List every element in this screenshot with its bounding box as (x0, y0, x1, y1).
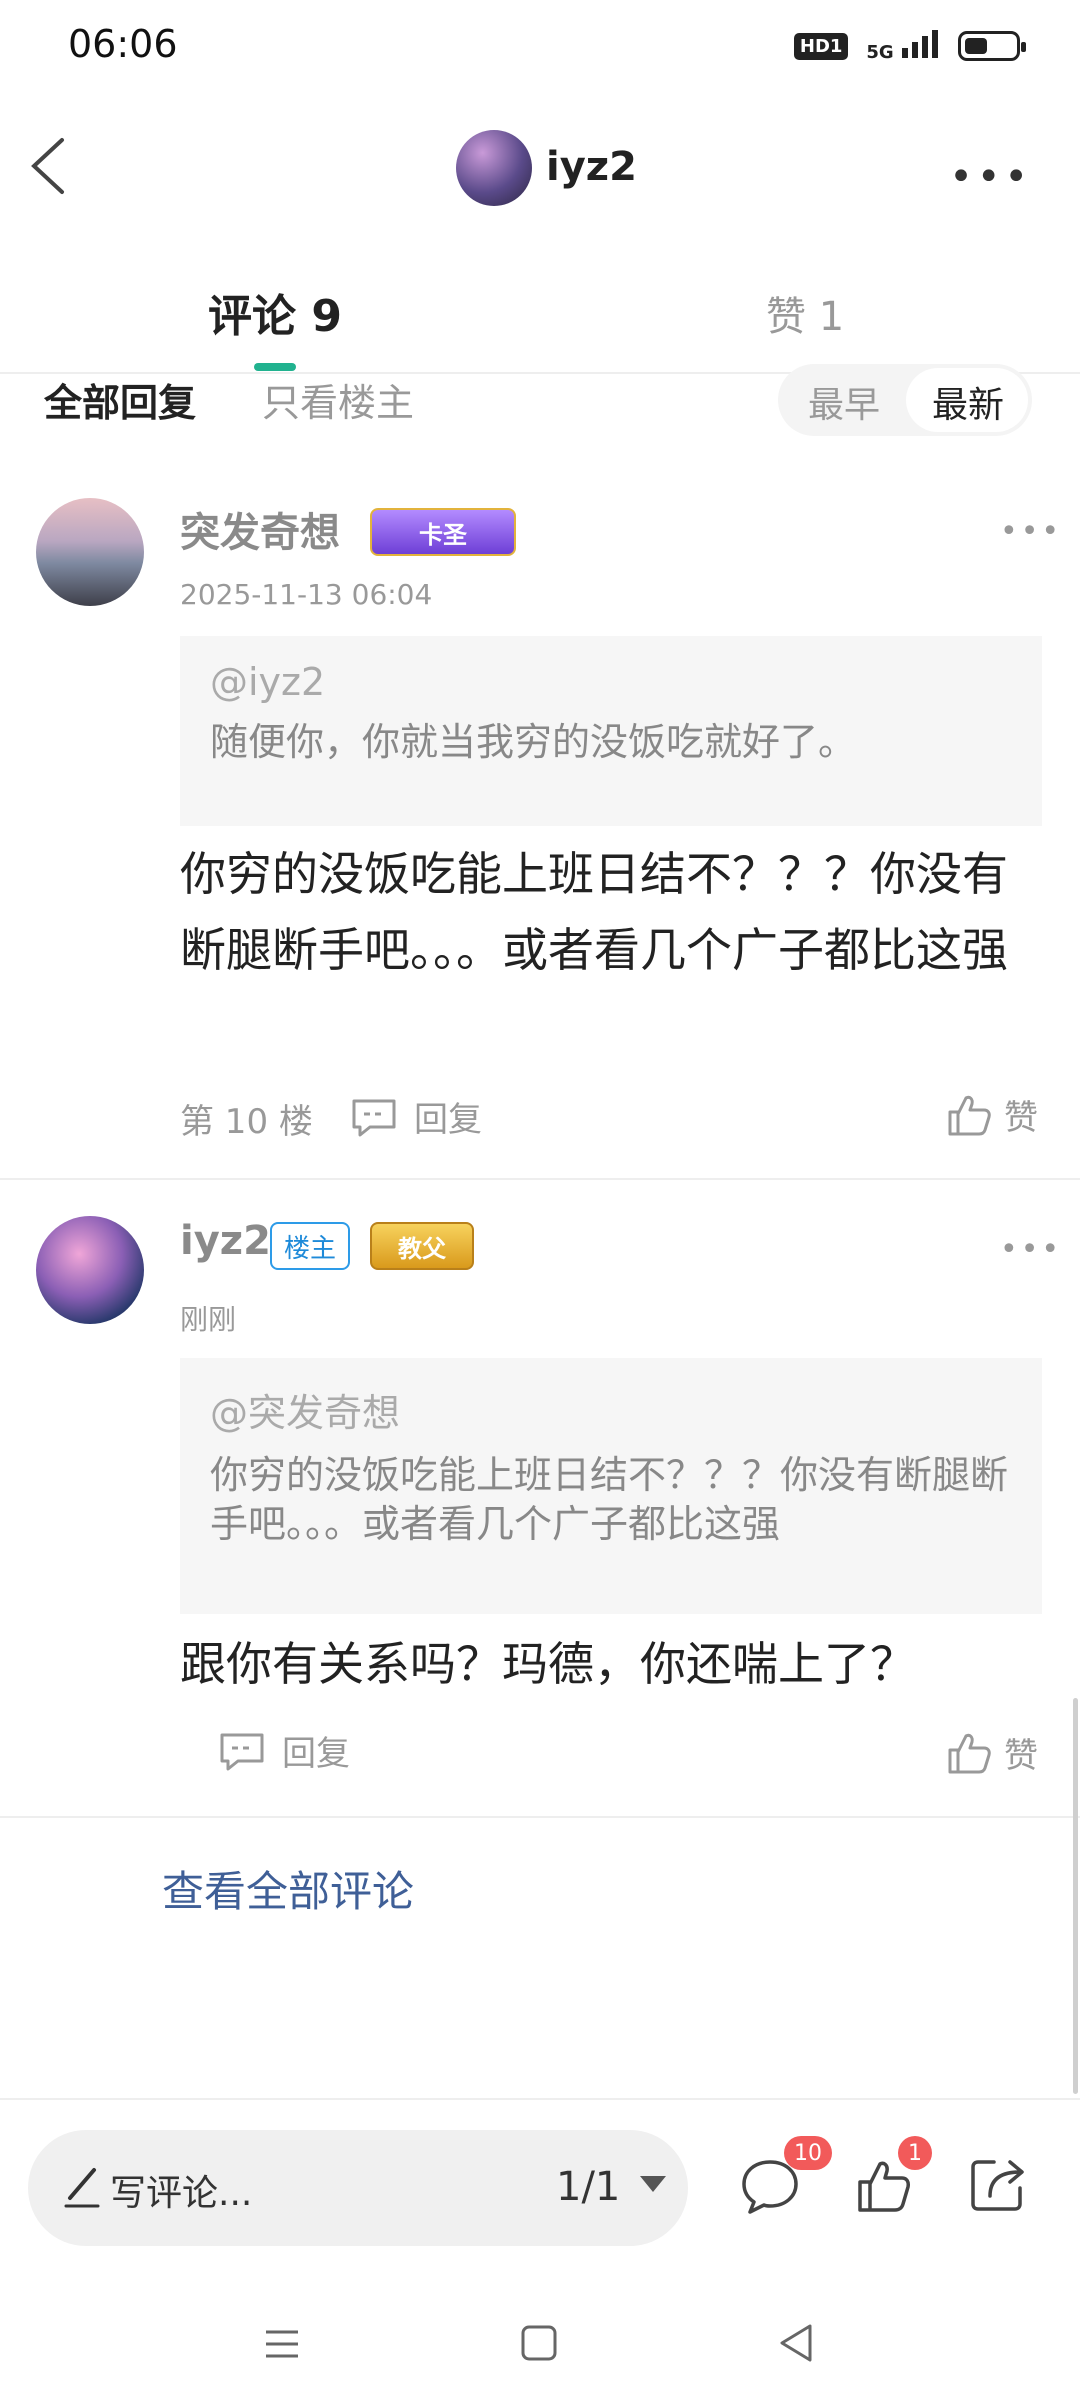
nav-menu-icon[interactable] (262, 2324, 302, 2364)
page-dropdown-icon[interactable] (640, 2176, 666, 2192)
network-label: 5G (866, 42, 894, 63)
quote-box: @突发奇想 你穷的没饭吃能上班日结不？？？你没有断腿断手吧。。。或者看几个广子都… (180, 1358, 1042, 1614)
reply-icon (220, 1733, 264, 1770)
quote-text: 你穷的没饭吃能上班日结不？？？你没有断腿断手吧。。。或者看几个广子都比这强 (210, 1453, 1009, 1546)
owner-badge: 楼主 (270, 1222, 351, 1270)
network-icon: 5G (866, 30, 940, 62)
quote-text: 随便你，你就当我穷的没饭吃就好了。 (210, 720, 857, 764)
reply-button[interactable]: 回复 (350, 1092, 482, 1141)
like-label: 赞 (1004, 1736, 1038, 1776)
nav-back-icon[interactable] (776, 2322, 816, 2364)
comment-timestamp: 刚刚 (180, 1303, 237, 1336)
nav-home-icon[interactable] (520, 2324, 558, 2362)
comment-text: 跟你有关系吗？玛德，你还喘上了？ (180, 1637, 916, 1691)
more-options-icon[interactable]: ••• (949, 154, 1032, 200)
signal-icon (902, 30, 938, 58)
hd-icon: HD1 (793, 32, 849, 60)
thumbs-up-icon (948, 1095, 991, 1135)
like-button[interactable]: 赞 (946, 1090, 1038, 1139)
comment-username[interactable]: 突发奇想 (180, 500, 340, 558)
avatar[interactable] (36, 498, 144, 606)
sort-latest[interactable]: 最新 (932, 376, 1004, 428)
tab-indicator (254, 363, 296, 371)
like-label: 赞 (1004, 1098, 1038, 1138)
tab-comments[interactable]: 评论 9 (208, 280, 342, 344)
level-badge: 卡圣 (370, 508, 516, 556)
back-button[interactable] (24, 136, 74, 196)
comment-count-badge: 10 (784, 2136, 832, 2170)
quote-mention[interactable]: @突发奇想 (210, 1382, 1012, 1437)
like-count-badge: 1 (898, 2136, 932, 2170)
filter-owner-only[interactable]: 只看楼主 (262, 372, 414, 427)
level-badge: 教父 (370, 1222, 474, 1270)
reply-label: 回复 (414, 1100, 482, 1140)
battery-icon (958, 31, 1026, 61)
like-button[interactable]: 赞 (946, 1728, 1038, 1777)
reply-label: 回复 (282, 1734, 350, 1774)
view-all-comments-link[interactable]: 查看全部评论 (162, 1858, 414, 1919)
pencil-icon (64, 2168, 100, 2208)
share-icon[interactable] (966, 2152, 1030, 2216)
quote-box: @iyz2 随便你，你就当我穷的没饭吃就好了。 (180, 636, 1042, 826)
floor-label: 第 10 楼 (180, 1102, 313, 1142)
avatar[interactable] (36, 1216, 144, 1324)
comment-text: 你穷的没饭吃能上班日结不？？？你没有断腿断手吧。。。或者看几个广子都比这强 (180, 847, 1008, 978)
filter-all-replies[interactable]: 全部回复 (44, 372, 196, 427)
comment-more-icon[interactable]: ••• (1000, 514, 1062, 549)
comment-divider (0, 1178, 1080, 1180)
sort-earliest[interactable]: 最早 (808, 376, 880, 428)
page-indicator[interactable]: 1/1 (556, 2164, 620, 2210)
comment-timestamp: 2025-11-13 06:04 (180, 578, 433, 611)
status-time: 06:06 (68, 22, 178, 66)
reply-button[interactable]: 回复 (218, 1726, 350, 1775)
comment-more-icon[interactable]: ••• (1000, 1232, 1062, 1267)
comment-divider (0, 1816, 1080, 1818)
comment-username[interactable]: iyz2 (180, 1218, 271, 1264)
tab-likes[interactable]: 赞 1 (766, 284, 844, 342)
quote-mention[interactable]: @iyz2 (210, 660, 1012, 704)
header-avatar[interactable] (456, 130, 532, 206)
write-comment-placeholder[interactable]: 写评论... (110, 2164, 252, 2216)
reply-icon (352, 1099, 396, 1136)
scrollbar[interactable] (1073, 1698, 1078, 2094)
status-icons: HD1 5G (793, 30, 1026, 62)
bottom-bar-divider (0, 2098, 1080, 2100)
thumbs-up-icon (948, 1733, 991, 1773)
header-username[interactable]: iyz2 (546, 144, 637, 190)
